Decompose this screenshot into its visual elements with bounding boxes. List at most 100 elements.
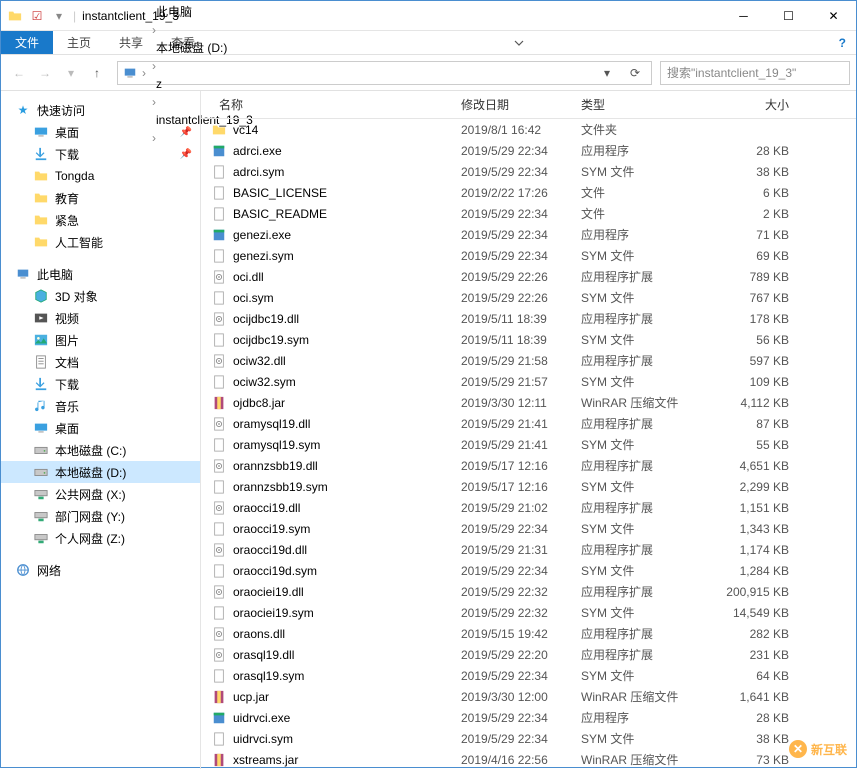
- file-row[interactable]: oraocci19d.sym2019/5/29 22:34SYM 文件1,284…: [201, 560, 856, 581]
- file-row[interactable]: adrci.sym2019/5/29 22:34SYM 文件38 KB: [201, 161, 856, 182]
- file-row[interactable]: uidrvci.sym2019/5/29 22:34SYM 文件38 KB: [201, 728, 856, 749]
- file-row[interactable]: oci.dll2019/5/29 22:26应用程序扩展789 KB: [201, 266, 856, 287]
- sidebar-item[interactable]: 桌面📌: [1, 121, 200, 143]
- file-row[interactable]: BASIC_README2019/5/29 22:34文件2 KB: [201, 203, 856, 224]
- jar-icon: [211, 752, 227, 768]
- file-row[interactable]: ojdbc8.jar2019/3/30 12:11WinRAR 压缩文件4,11…: [201, 392, 856, 413]
- sidebar-item[interactable]: 视频: [1, 307, 200, 329]
- sidebar-quick-access[interactable]: ★ 快速访问: [1, 99, 200, 121]
- file-row[interactable]: ocijdbc19.sym2019/5/11 18:39SYM 文件56 KB: [201, 329, 856, 350]
- help-button[interactable]: ?: [829, 31, 856, 54]
- file-row[interactable]: orasql19.dll2019/5/29 22:20应用程序扩展231 KB: [201, 644, 856, 665]
- close-button[interactable]: ✕: [811, 1, 856, 30]
- dll-icon: [211, 626, 227, 642]
- file-row[interactable]: orannzsbb19.sym2019/5/17 12:16SYM 文件2,29…: [201, 476, 856, 497]
- file-row[interactable]: ucp.jar2019/3/30 12:00WinRAR 压缩文件1,641 K…: [201, 686, 856, 707]
- back-button[interactable]: ←: [7, 61, 31, 85]
- sidebar-item[interactable]: 紧急: [1, 209, 200, 231]
- sidebar-item[interactable]: 桌面: [1, 417, 200, 439]
- file-name: BASIC_README: [233, 207, 327, 221]
- minimize-button[interactable]: ─: [721, 1, 766, 30]
- sidebar-item[interactable]: 下载: [1, 373, 200, 395]
- file-icon: [211, 563, 227, 579]
- file-date: 2019/5/29 22:20: [461, 648, 581, 662]
- forward-button[interactable]: →: [33, 61, 57, 85]
- file-type: 应用程序扩展: [581, 541, 721, 558]
- file-row[interactable]: oramysql19.sym2019/5/29 21:41SYM 文件55 KB: [201, 434, 856, 455]
- col-date[interactable]: 修改日期: [461, 96, 581, 113]
- file-row[interactable]: ociw32.sym2019/5/29 21:57SYM 文件109 KB: [201, 371, 856, 392]
- expand-ribbon-button[interactable]: [504, 31, 534, 54]
- file-row[interactable]: oraociei19.sym2019/5/29 22:32SYM 文件14,54…: [201, 602, 856, 623]
- sidebar-item[interactable]: 3D 对象: [1, 285, 200, 307]
- file-row[interactable]: ociw32.dll2019/5/29 21:58应用程序扩展597 KB: [201, 350, 856, 371]
- watermark: ✕ 新互联: [789, 740, 847, 758]
- sidebar-item[interactable]: 文档: [1, 351, 200, 373]
- sidebar-item[interactable]: 人工智能: [1, 231, 200, 253]
- file-type: SYM 文件: [581, 163, 721, 180]
- chevron-right-icon[interactable]: ›: [140, 66, 148, 80]
- file-row[interactable]: orasql19.sym2019/5/29 22:34SYM 文件64 KB: [201, 665, 856, 686]
- file-row[interactable]: adrci.exe2019/5/29 22:34应用程序28 KB: [201, 140, 856, 161]
- netdrive-icon: [33, 508, 49, 524]
- file-row[interactable]: oraociei19.dll2019/5/29 22:32应用程序扩展200,9…: [201, 581, 856, 602]
- pc-icon: [122, 65, 138, 81]
- file-date: 2019/5/17 12:16: [461, 480, 581, 494]
- address-dropdown-icon[interactable]: ▾: [595, 61, 619, 85]
- file-date: 2019/5/29 22:26: [461, 270, 581, 284]
- file-date: 2019/5/29 21:31: [461, 543, 581, 557]
- sidebar-this-pc[interactable]: 此电脑: [1, 263, 200, 285]
- file-row[interactable]: oraocci19.dll2019/5/29 21:02应用程序扩展1,151 …: [201, 497, 856, 518]
- search-input[interactable]: 搜索"instantclient_19_3": [660, 61, 850, 85]
- col-type[interactable]: 类型: [581, 96, 721, 113]
- tab-file[interactable]: 文件: [1, 31, 53, 54]
- sidebar-network[interactable]: 网络: [1, 559, 200, 581]
- maximize-button[interactable]: ☐: [766, 1, 811, 30]
- 3d-icon: [33, 288, 49, 304]
- file-row[interactable]: vc142019/8/1 16:42文件夹: [201, 119, 856, 140]
- sidebar-item[interactable]: 教育: [1, 187, 200, 209]
- file-row[interactable]: uidrvci.exe2019/5/29 22:34应用程序28 KB: [201, 707, 856, 728]
- qat-icon[interactable]: ☑: [29, 8, 45, 24]
- file-row[interactable]: ocijdbc19.dll2019/5/11 18:39应用程序扩展178 KB: [201, 308, 856, 329]
- breadcrumb-item[interactable]: 本地磁盘 (D:): [150, 37, 259, 59]
- sidebar-item[interactable]: 公共网盘 (X:): [1, 483, 200, 505]
- breadcrumb-item[interactable]: 此电脑: [150, 1, 259, 23]
- sidebar-item[interactable]: 部门网盘 (Y:): [1, 505, 200, 527]
- sidebar-item[interactable]: 音乐: [1, 395, 200, 417]
- star-icon: ★: [15, 102, 31, 118]
- qat-dropdown-icon[interactable]: ▾: [51, 8, 67, 24]
- tab-home[interactable]: 主页: [53, 31, 105, 54]
- dll-icon: [211, 500, 227, 516]
- file-row[interactable]: oraons.dll2019/5/15 19:42应用程序扩展282 KB: [201, 623, 856, 644]
- file-row[interactable]: genezi.sym2019/5/29 22:34SYM 文件69 KB: [201, 245, 856, 266]
- file-type: SYM 文件: [581, 667, 721, 684]
- refresh-button[interactable]: ⟳: [623, 61, 647, 85]
- file-name: ociw32.dll: [233, 354, 286, 368]
- up-button[interactable]: ↑: [85, 61, 109, 85]
- file-row[interactable]: genezi.exe2019/5/29 22:34应用程序71 KB: [201, 224, 856, 245]
- col-name[interactable]: 名称: [201, 96, 461, 113]
- recent-dropdown[interactable]: ▾: [59, 61, 83, 85]
- sidebar-item[interactable]: 个人网盘 (Z:): [1, 527, 200, 549]
- address-bar[interactable]: › 此电脑›本地磁盘 (D:)›z›instantclient_19_3› ▾ …: [117, 61, 652, 85]
- file-row[interactable]: BASIC_LICENSE2019/2/22 17:26文件6 KB: [201, 182, 856, 203]
- file-row[interactable]: xstreams.jar2019/4/16 22:56WinRAR 压缩文件73…: [201, 749, 856, 769]
- col-size[interactable]: 大小: [721, 96, 801, 113]
- file-row[interactable]: orannzsbb19.dll2019/5/17 12:16应用程序扩展4,65…: [201, 455, 856, 476]
- chevron-right-icon[interactable]: ›: [150, 23, 158, 37]
- sidebar-item[interactable]: 本地磁盘 (C:): [1, 439, 200, 461]
- file-date: 2019/5/29 22:32: [461, 585, 581, 599]
- file-row[interactable]: oraocci19d.dll2019/5/29 21:31应用程序扩展1,174…: [201, 539, 856, 560]
- sidebar-item[interactable]: 本地磁盘 (D:): [1, 461, 200, 483]
- sidebar-item[interactable]: Tongda: [1, 165, 200, 187]
- chevron-right-icon[interactable]: ›: [150, 59, 158, 73]
- file-row[interactable]: oraocci19.sym2019/5/29 22:34SYM 文件1,343 …: [201, 518, 856, 539]
- document-icon: [33, 354, 49, 370]
- file-icon: [211, 164, 227, 180]
- file-row[interactable]: oramysql19.dll2019/5/29 21:41应用程序扩展87 KB: [201, 413, 856, 434]
- file-row[interactable]: oci.sym2019/5/29 22:26SYM 文件767 KB: [201, 287, 856, 308]
- sidebar-item[interactable]: 图片: [1, 329, 200, 351]
- sidebar-item[interactable]: 下载📌: [1, 143, 200, 165]
- file-size: 2 KB: [721, 207, 801, 221]
